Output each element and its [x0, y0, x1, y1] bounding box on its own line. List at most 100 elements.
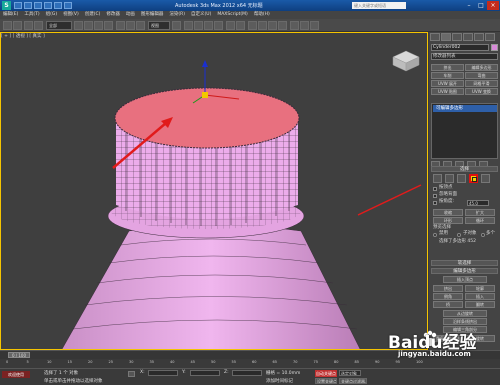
scale-icon[interactable] [136, 21, 145, 30]
menu-item[interactable]: 动画 [123, 11, 138, 19]
flip-button[interactable]: 翻转 [465, 301, 495, 308]
close-icon[interactable]: × [487, 1, 499, 10]
open-file-icon[interactable] [24, 2, 32, 9]
select-object-icon[interactable] [74, 21, 83, 30]
undo-icon[interactable] [44, 2, 52, 9]
hinge-from-edge-button[interactable]: 从边旋转 [443, 310, 487, 317]
undo-tool-icon[interactable] [3, 21, 12, 30]
project-folder-icon[interactable] [64, 2, 72, 9]
rotate-icon[interactable] [126, 21, 135, 30]
stack-item-editable-poly[interactable]: 可编辑多边形 [433, 105, 497, 112]
object-name-field[interactable]: Cylinder002 [431, 44, 489, 51]
selection-rollout-title[interactable]: 选择 [431, 166, 498, 172]
perspective-viewport[interactable] [0, 32, 428, 350]
unlink-icon[interactable] [34, 21, 43, 30]
tab-create[interactable] [430, 33, 440, 41]
outline-button[interactable]: 轮廓 [465, 285, 495, 292]
edit-polygons-rollout-title[interactable]: 编辑多边形 [431, 268, 498, 274]
add-time-tag-button[interactable]: 添加时间标记 [266, 378, 293, 384]
maximize-icon[interactable]: □ [475, 1, 487, 10]
extrude-modifier-button[interactable]: 挤出 [431, 64, 464, 71]
bridge-button[interactable]: 桥 [433, 301, 463, 308]
maxscript-listener-button[interactable]: 欢迎使用 [2, 371, 30, 378]
uvw-xform-button[interactable]: UVW 变换 [465, 88, 498, 95]
key-filters-button[interactable]: 关键点过滤器... [339, 378, 367, 384]
time-slider-thumb[interactable]: 0 / 100 [8, 352, 30, 358]
tab-hierarchy[interactable] [452, 33, 462, 41]
layer-manager-icon[interactable] [248, 21, 257, 30]
z-coord-field[interactable] [232, 370, 262, 376]
render-icon[interactable] [310, 21, 319, 30]
redo-tool-icon[interactable] [13, 21, 22, 30]
element-mode-icon[interactable] [481, 174, 490, 183]
polygon-mode-icon[interactable] [469, 174, 478, 183]
uvw-unwrap-button[interactable]: UVW 展开 [431, 80, 464, 87]
menu-item[interactable]: 创建(C) [82, 11, 104, 19]
tab-utilities[interactable] [485, 33, 495, 41]
angle-spinner[interactable]: 45.0 [467, 200, 489, 206]
insert-vertex-button[interactable]: 插入顶点 [443, 276, 487, 283]
bottle-cap-model[interactable] [1, 33, 428, 350]
render-frame-icon[interactable] [300, 21, 309, 30]
shrink-button[interactable]: 收缩 [433, 209, 463, 216]
angle-snap-icon[interactable] [194, 21, 203, 30]
uvw-map-button[interactable]: UVW 贴图 [431, 88, 464, 95]
border-mode-icon[interactable] [457, 174, 466, 183]
align-icon[interactable] [236, 21, 245, 30]
inset-button[interactable]: 插入 [465, 293, 495, 300]
soft-selection-rollout-title[interactable]: 软选择 [431, 260, 498, 266]
meshsmooth-button[interactable]: 网格平滑 [465, 80, 498, 87]
pivot-center-icon[interactable] [172, 21, 181, 30]
selected-object-dropdown[interactable]: 选定对象 [339, 370, 361, 376]
ref-coord-dropdown[interactable]: 视图 [148, 21, 170, 30]
percent-snap-icon[interactable] [204, 21, 213, 30]
auto-key-button[interactable]: 自动关键点 [315, 370, 337, 377]
preview-subobj-radio[interactable] [457, 233, 461, 237]
selection-filter-dropdown[interactable]: 全部 [46, 21, 72, 30]
set-key-button[interactable]: 设置关键点 [315, 378, 337, 384]
tab-motion[interactable] [463, 33, 473, 41]
move-icon[interactable] [116, 21, 125, 30]
app-logo[interactable]: S [2, 1, 11, 10]
menu-item[interactable]: 帮助(H) [251, 11, 273, 19]
menu-item[interactable]: 组(G) [43, 11, 61, 19]
menu-item[interactable]: 渲染(R) [166, 11, 188, 19]
ring-button[interactable]: 环形 [433, 217, 463, 224]
preview-off-radio[interactable] [433, 233, 437, 237]
y-coord-field[interactable] [190, 370, 220, 376]
modifier-list-dropdown[interactable]: 修改器列表 [431, 53, 498, 60]
menu-item[interactable]: 图形编辑器 [138, 11, 167, 19]
spinner-snap-icon[interactable] [214, 21, 223, 30]
edit-poly-modifier-button[interactable]: 编辑多边形 [465, 64, 498, 71]
by-vertex-checkbox[interactable] [433, 187, 437, 191]
viewcube-icon[interactable] [389, 45, 423, 75]
material-editor-icon[interactable] [278, 21, 287, 30]
ignore-backfacing-checkbox[interactable] [433, 194, 437, 198]
tab-display[interactable] [474, 33, 484, 41]
select-by-name-icon[interactable] [84, 21, 93, 30]
bevel-button[interactable]: 倒角 [433, 293, 463, 300]
minimize-icon[interactable]: – [463, 1, 475, 10]
new-file-icon[interactable] [14, 2, 22, 9]
vertex-mode-icon[interactable] [433, 174, 442, 183]
preview-multi-radio[interactable] [481, 233, 485, 237]
viewport-label[interactable]: [ + ] [ 透视 ] [ 真实 ] [1, 33, 45, 39]
menu-item[interactable]: 自定义(U) [188, 11, 214, 19]
render-setup-icon[interactable] [290, 21, 299, 30]
edge-mode-icon[interactable] [445, 174, 454, 183]
loop-button[interactable]: 循环 [465, 217, 495, 224]
redo-icon[interactable] [54, 2, 62, 9]
menu-item[interactable]: 视图(V) [60, 11, 82, 19]
extrude-along-spline-button[interactable]: 沿样条线挤出 [443, 318, 487, 325]
bend-modifier-button[interactable]: 弯曲 [465, 72, 498, 79]
window-crossing-icon[interactable] [104, 21, 113, 30]
save-file-icon[interactable] [34, 2, 42, 9]
menu-item[interactable]: 修改器 [103, 11, 123, 19]
menu-item[interactable]: MAXScript(M) [214, 11, 251, 19]
link-icon[interactable] [24, 21, 33, 30]
snap-toggle-icon[interactable] [184, 21, 193, 30]
menu-item[interactable]: 工具(T) [21, 11, 42, 19]
rect-selection-icon[interactable] [94, 21, 103, 30]
lock-selection-icon[interactable] [128, 371, 135, 377]
object-color-swatch[interactable] [491, 44, 498, 51]
